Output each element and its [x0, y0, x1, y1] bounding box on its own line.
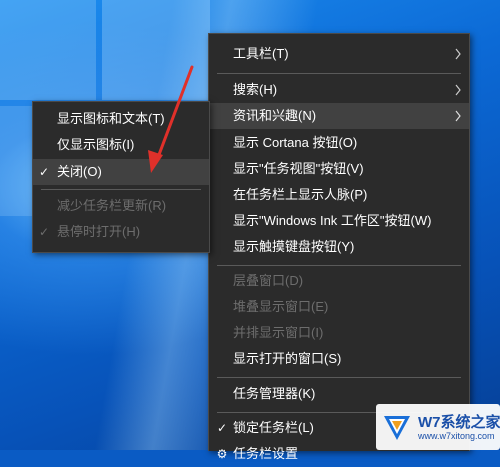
watermark-url: www.w7xitong.com — [418, 431, 495, 441]
watermark-text: W7系统之家 — [418, 414, 500, 431]
red-arrow-annotation — [148, 65, 194, 173]
site-watermark: W7系统之家 www.w7xitong.com — [376, 404, 500, 450]
watermark-logo-icon — [384, 416, 410, 440]
